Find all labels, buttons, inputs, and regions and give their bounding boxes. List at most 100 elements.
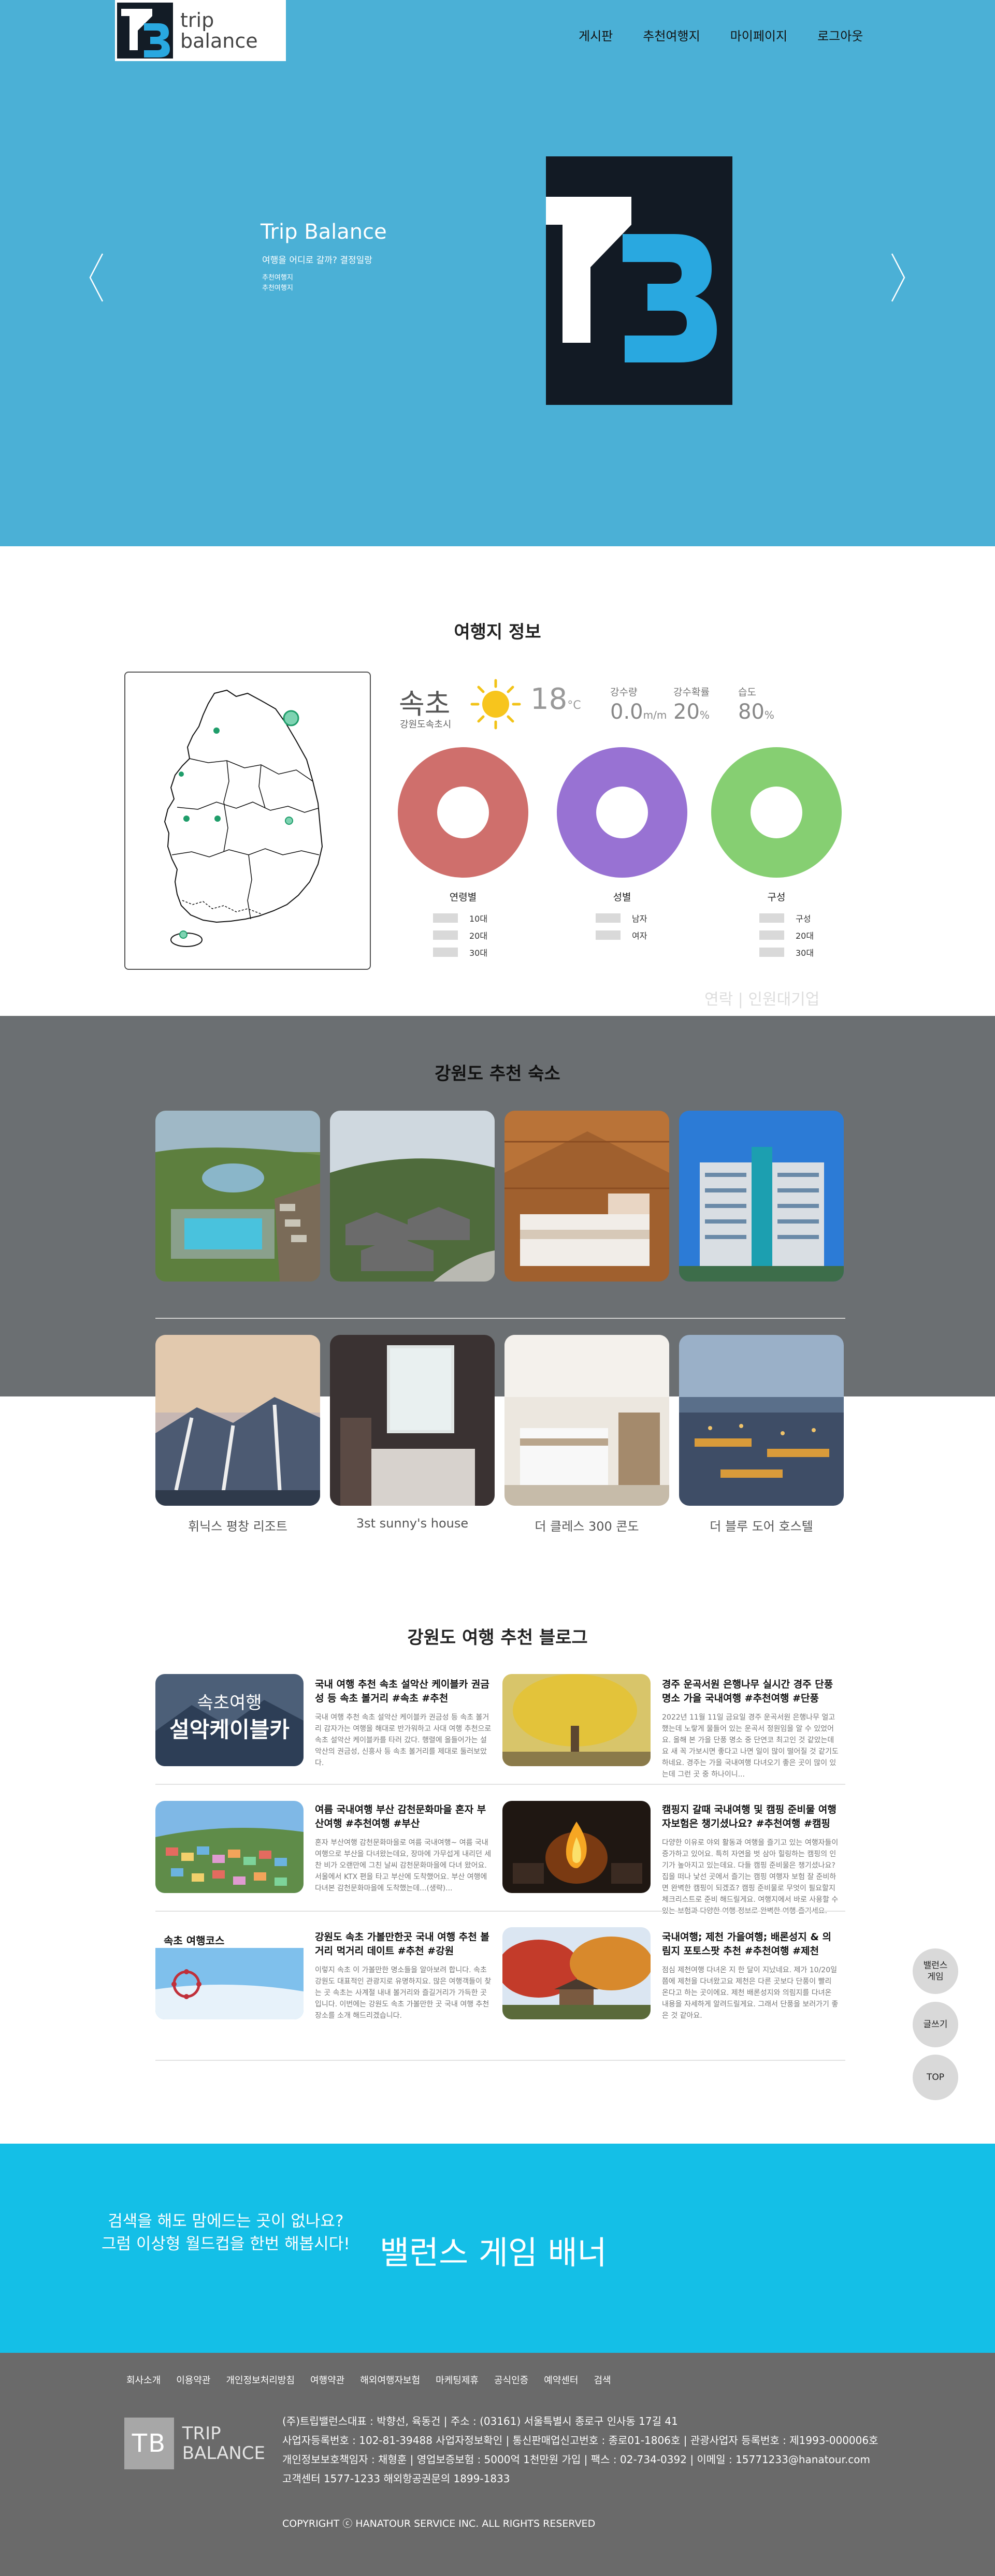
legend-label: 30대: [796, 948, 814, 958]
legend-swatch: [433, 913, 458, 923]
accommodation-card[interactable]: [155, 1111, 320, 1282]
footer-link[interactable]: 검색: [594, 2373, 611, 2386]
footer-link[interactable]: 마케팅제휴: [436, 2373, 479, 2386]
nav-recommended[interactable]: 추천여행지: [643, 26, 700, 44]
legend-swatch: [759, 948, 784, 957]
blog-thumbnail[interactable]: [502, 1927, 651, 2019]
next-slide-arrow-icon[interactable]: [890, 253, 906, 302]
city-name: 속초: [399, 688, 451, 720]
blog-thumbnail[interactable]: 속초여행 설악케이블카: [155, 1674, 304, 1766]
footer-link[interactable]: 공식인증: [494, 2373, 528, 2386]
campfire-photo: [502, 1801, 651, 1893]
banner-title[interactable]: 밸런스 게임 배너: [380, 2226, 607, 2273]
blog-post-title[interactable]: 국내여행; 제천 가을여행; 배론성지 & 의림지 포토스팟 추천 #추천여행 …: [662, 1930, 839, 1958]
accommodation-card[interactable]: [330, 1111, 495, 1282]
accommodation-name[interactable]: 휘닉스 평창 리조트: [155, 1516, 320, 1534]
scroll-top-label: TOP: [926, 2072, 945, 2083]
precip-prob-number: 20: [673, 700, 700, 724]
footer-logo-text: TRIP BALANCE: [182, 2424, 265, 2463]
temperature: 18°C: [530, 682, 581, 716]
company-info: (주)트립밸런스대표 : 박향선, 육동건 | 주소 : (03161) 서울특…: [282, 2415, 678, 2427]
accommodation-divider: [155, 1318, 845, 1319]
footer-link[interactable]: 개인정보처리방침: [226, 2373, 295, 2386]
accommodation-name[interactable]: 더 블루 도어 호스텔: [679, 1516, 844, 1534]
precip-prob-value: 20%: [673, 700, 710, 724]
accommodation-card[interactable]: [330, 1335, 495, 1506]
footer-link[interactable]: 회사소개: [126, 2373, 161, 2386]
legend-label: 20대: [796, 931, 814, 941]
accommodation-card[interactable]: [679, 1111, 844, 1282]
precip-value: 0.0m/m: [610, 700, 667, 724]
gender-donut-chart: [557, 747, 687, 878]
write-post-label: 글쓰기: [923, 2019, 948, 2030]
accommodation-name[interactable]: 더 클레스 300 콘도: [504, 1516, 669, 1534]
composition-chart-label: 구성: [767, 892, 786, 903]
legend-swatch: [759, 913, 784, 923]
gender-chart-label: 성별: [613, 892, 631, 903]
legend-swatch: [433, 930, 458, 940]
thumb-caption: 속초 여행코스: [164, 1934, 225, 1947]
legend-label: 10대: [469, 914, 488, 924]
legend-item: 20대: [759, 929, 814, 941]
korea-map[interactable]: [124, 672, 371, 970]
legend-swatch: [433, 948, 458, 957]
cabin-room-photo: [504, 1111, 669, 1282]
write-post-button[interactable]: 글쓰기: [913, 2002, 958, 2047]
condo-room-photo: [504, 1335, 669, 1506]
ginkgo-tree-photo: [502, 1674, 651, 1766]
footer-link[interactable]: 해외여행자보험: [360, 2373, 420, 2386]
blog-post-excerpt: 국내 여행 추천 속초 설악산 케이블카 권금성 등 속초 볼거리 감자가는 여…: [315, 1713, 492, 1767]
blog-thumbnail[interactable]: 속초 여행코스: [155, 1927, 304, 2019]
legend-swatch: [596, 913, 621, 923]
accommodation-card[interactable]: [504, 1335, 669, 1506]
nav-logout[interactable]: 로그아웃: [817, 26, 863, 44]
precip-label: 강수량: [610, 687, 638, 698]
blog-thumbnail[interactable]: [502, 1801, 651, 1893]
hotel-building-photo: [679, 1111, 844, 1282]
legend-label: 남자: [632, 914, 647, 924]
blog-thumbnail[interactable]: [155, 1801, 304, 1893]
site-logo[interactable]: trip balance: [115, 0, 286, 61]
prev-slide-arrow-icon[interactable]: [88, 253, 105, 302]
resort-aerial-photo: [155, 1111, 320, 1282]
composition-donut-chart: [711, 747, 842, 878]
blog-post-title[interactable]: 경주 운곡서원 은행나무 실시간 경주 단풍 명소 가을 국내여행 #추천여행 …: [662, 1678, 839, 1706]
age-donut-chart: [398, 747, 528, 878]
blog-post-title[interactable]: 국내 여행 추천 속초 설악산 케이블카 권금성 등 속초 볼거리 #속초 #추…: [315, 1678, 492, 1706]
hero-subtitle: 여행을 어디로 갈까? 결정일랑: [262, 255, 372, 266]
footer-logo-mark: TB: [124, 2418, 174, 2469]
logo-text-line2: balance: [180, 30, 258, 52]
blog-post-title[interactable]: 캠핑지 갈때 국내여행 및 캠핑 준비물 여행자보험은 챙기셨나요? #추천여행…: [662, 1803, 839, 1831]
faded-text: 연락 | 인원대기업: [704, 991, 820, 1009]
hero-link[interactable]: 추천여행지: [262, 273, 293, 283]
humidity-unit: %: [764, 709, 774, 721]
nav-board[interactable]: 게시판: [579, 26, 613, 44]
footer-link[interactable]: 이용약관: [176, 2373, 210, 2386]
legend-item: 여자: [596, 929, 647, 941]
footer-link[interactable]: 예약센터: [544, 2373, 578, 2386]
precip-unit: m/m: [643, 709, 667, 721]
footer-link[interactable]: 여행약관: [310, 2373, 344, 2386]
hero-link[interactable]: 추천여행지: [262, 283, 293, 294]
accommodation-card[interactable]: [504, 1111, 669, 1282]
nav-mypage[interactable]: 마이페이지: [730, 26, 787, 44]
humidity-label: 습도: [738, 687, 756, 698]
blog-thumbnail[interactable]: [502, 1674, 651, 1766]
accommodation-card[interactable]: [155, 1335, 320, 1506]
legend-item: 30대: [433, 947, 487, 958]
balance-game-button[interactable]: 밸런스 게임: [913, 1948, 958, 1994]
legend-label: 구성: [796, 914, 811, 924]
legend-swatch: [759, 930, 784, 940]
travel-info-title: 여행지 정보: [454, 622, 541, 643]
accommodation-name[interactable]: 3st sunny's house: [330, 1516, 495, 1531]
blog-post-excerpt: 2022년 11월 11일 금요일 경주 운곡서원 은행나무 얼고 했는데 노랗…: [662, 1713, 839, 1779]
blog-post-title[interactable]: 여름 국내여행 부산 감천문화마을 혼자 부산여행 #추천여행 #부산: [315, 1803, 492, 1831]
scroll-top-button[interactable]: TOP: [913, 2055, 958, 2100]
footer-logo[interactable]: TB TRIP BALANCE: [124, 2418, 265, 2469]
sun-icon: [470, 679, 521, 730]
accommodation-card[interactable]: [679, 1335, 844, 1506]
blog-post-excerpt: 점심 제천여행 다녀온 지 한 달이 지났네요. 제가 10/20일쯤에 제천을…: [662, 1966, 839, 2020]
blog-post-excerpt: 이렇지 속초 이 가볼만한 명소들을 알아보려 합니다. 속초 강원도 대표적인…: [315, 1966, 492, 2020]
legend-label: 20대: [469, 931, 488, 941]
blog-post-title[interactable]: 강원도 속초 가볼만한곳 국내 여행 추천 볼거리 먹거리 데이트 #추천 #강…: [315, 1930, 492, 1958]
